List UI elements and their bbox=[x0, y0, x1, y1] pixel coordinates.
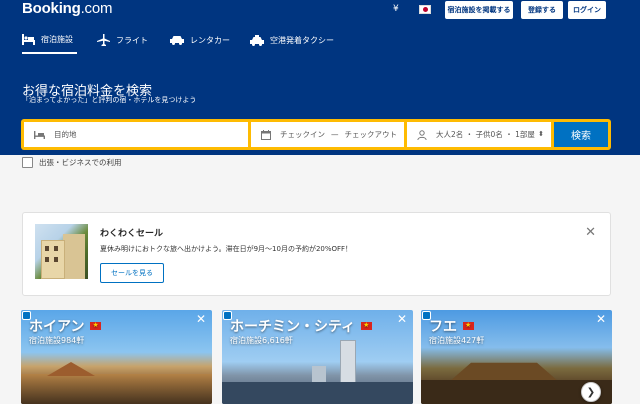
destination-name: ホイアン bbox=[29, 316, 102, 336]
nav-tab-label: 空港発着タクシー bbox=[270, 35, 334, 45]
list-property-button[interactable]: 宿泊施設を掲載する bbox=[445, 1, 513, 19]
promo-image bbox=[35, 224, 88, 279]
destination-name-text: ホイアン bbox=[29, 319, 85, 335]
currency-selector[interactable]: ¥ bbox=[393, 4, 399, 14]
calendar-icon bbox=[261, 129, 271, 140]
nav-tab-airport-taxi[interactable]: 空港発着タクシー bbox=[250, 26, 334, 54]
top-header: Booking.com ¥ 宿泊施設を掲載する 登録する ログイン 宿泊施設 フ… bbox=[0, 0, 640, 55]
register-button[interactable]: 登録する bbox=[521, 1, 563, 19]
logo-text: Booking bbox=[22, 0, 81, 17]
promo-banner: わくわくセール 夏休み明けにおトクな旅へ出かけよう。滞在日が9月〜10月の予約が… bbox=[22, 212, 611, 296]
taxi-icon bbox=[250, 34, 264, 46]
destination-placeholder: 目的地 bbox=[54, 130, 77, 139]
destination-name-text: ホーチミン・シティ bbox=[230, 319, 356, 335]
chevron-updown-icon: ⬍ bbox=[538, 130, 544, 138]
destination-input[interactable]: 目的地 bbox=[24, 122, 248, 147]
business-trip-label: 出張・ビジネスでの利用 bbox=[39, 158, 122, 167]
plane-icon bbox=[97, 34, 110, 46]
chevron-right-icon: ❯ bbox=[586, 386, 596, 398]
nav-tab-label: レンタカー bbox=[190, 35, 230, 45]
vietnam-flag-icon bbox=[90, 320, 102, 330]
destination-name-text: フエ bbox=[429, 319, 457, 335]
close-icon[interactable]: ✕ bbox=[596, 312, 606, 326]
search-bar: 目的地 チェックイン — チェックアウト 大人2名 ・ 子供0名 ・ 1部屋 ⬍… bbox=[21, 119, 611, 150]
business-trip-checkbox[interactable] bbox=[22, 157, 33, 168]
close-icon[interactable]: ✕ bbox=[196, 312, 206, 326]
guests-value: 大人2名 ・ 子供0名 ・ 1部屋 bbox=[436, 130, 535, 139]
vietnam-flag-icon bbox=[463, 320, 474, 330]
destination-count: 宿泊施設427軒 bbox=[429, 336, 485, 345]
checkout-label: チェックアウト bbox=[344, 130, 398, 139]
bed-icon bbox=[22, 33, 35, 45]
language-flag-icon[interactable] bbox=[419, 5, 431, 14]
checkin-label: チェックイン bbox=[280, 130, 325, 139]
bed-icon bbox=[34, 130, 45, 139]
destination-name: ホーチミン・シティ bbox=[230, 316, 373, 336]
vietnam-flag-icon bbox=[361, 320, 373, 330]
main-nav: 宿泊施設 フライト レンタカー 空港発着タクシー bbox=[0, 26, 640, 54]
person-icon bbox=[417, 129, 427, 140]
nav-tab-car-rental[interactable]: レンタカー bbox=[170, 26, 230, 54]
date-separator: — bbox=[331, 130, 339, 139]
promo-title: わくわくセール bbox=[100, 229, 164, 239]
guests-selector[interactable]: 大人2名 ・ 子供0名 ・ 1部屋 ⬍ bbox=[407, 122, 551, 147]
nav-tab-flights[interactable]: フライト bbox=[97, 26, 148, 54]
login-button[interactable]: ログイン bbox=[568, 1, 606, 19]
destination-count: 宿泊施設6,616軒 bbox=[230, 336, 293, 345]
date-picker[interactable]: チェックイン — チェックアウト bbox=[251, 122, 404, 147]
carousel-next-button[interactable]: ❯ bbox=[581, 382, 601, 402]
destination-card-hochiminh[interactable]: ホーチミン・シティ 宿泊施設6,616軒 ✕ bbox=[222, 310, 413, 404]
nav-tab-label: フライト bbox=[116, 35, 148, 45]
nav-tab-label: 宿泊施設 bbox=[41, 34, 73, 44]
logo-suffix: .com bbox=[80, 0, 113, 17]
close-icon[interactable]: ✕ bbox=[397, 312, 407, 326]
close-icon[interactable]: ✕ bbox=[585, 225, 596, 240]
promo-text: 夏休み明けにおトクな旅へ出かけよう。滞在日が9月〜10月の予約が20%OFF！ bbox=[100, 245, 353, 253]
nav-tab-stays[interactable]: 宿泊施設 bbox=[22, 26, 77, 54]
booking-logo[interactable]: Booking.com bbox=[22, 0, 113, 17]
view-sale-button[interactable]: セールを見る bbox=[100, 263, 164, 283]
destination-card-hoian[interactable]: ホイアン 宿泊施設984軒 ✕ bbox=[21, 310, 212, 404]
car-icon bbox=[170, 36, 184, 45]
business-trip-option[interactable]: 出張・ビジネスでの利用 bbox=[22, 157, 122, 168]
destination-name: フエ bbox=[429, 316, 474, 336]
hero-subtitle: 「泊まってよかった」と評判の宿・ホテルを見つけよう bbox=[22, 96, 197, 104]
search-button[interactable]: 検索 bbox=[554, 122, 608, 147]
destination-count: 宿泊施設984軒 bbox=[29, 336, 85, 345]
